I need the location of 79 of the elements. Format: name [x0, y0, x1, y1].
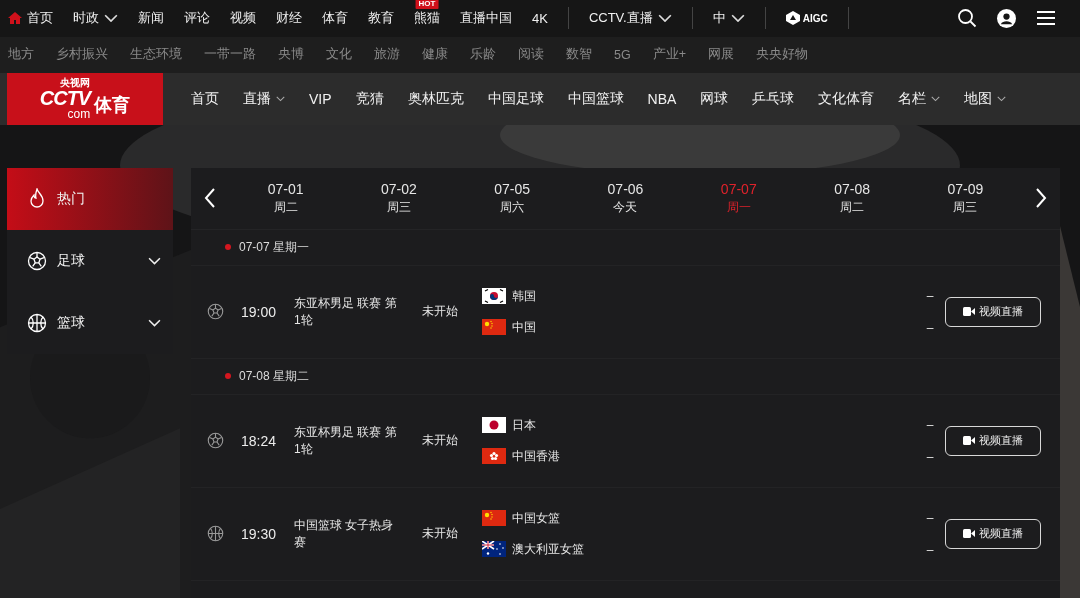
channel-link[interactable]: 乡村振兴 [56, 46, 108, 64]
match-time: 18:24 [241, 433, 278, 449]
channel-link[interactable]: 生态环境 [130, 46, 182, 64]
sports-nav-link[interactable]: 中国足球 [487, 90, 544, 108]
nav-link[interactable]: 4K [532, 10, 548, 26]
nav-link[interactable]: 教育 [368, 9, 394, 28]
match-time: 19:00 [241, 304, 278, 320]
sports-nav-link[interactable]: VIP [309, 91, 332, 107]
sports-nav-link[interactable]: 文化体育 [818, 90, 875, 108]
nav-link[interactable]: 财经 [276, 9, 302, 28]
match-title: 中国篮球 女子热身赛 [294, 517, 395, 551]
sports-nav-link[interactable]: 首页 [191, 90, 219, 108]
channel-link[interactable]: 一带一路 [204, 46, 256, 64]
match-time: 19:30 [241, 526, 278, 542]
nav-link[interactable]: 熊猫 [414, 9, 440, 28]
channel-link[interactable]: 地方 [8, 46, 34, 64]
sidebar-item[interactable]: 篮球 [7, 292, 173, 354]
team-name: 日本 [512, 417, 536, 434]
date-tab[interactable]: 07-02 周三 [342, 180, 456, 217]
live-menu[interactable]: CCTV.直播 [588, 9, 672, 28]
channel-link[interactable]: 央博 [278, 46, 304, 64]
team-name: 中国女篮 [512, 510, 560, 527]
channel-link[interactable]: 乐龄 [470, 46, 496, 64]
sports-nav-link[interactable]: 地图 [964, 90, 1007, 108]
hot-badge: HOT [415, 0, 439, 10]
team-name: 中国香港 [512, 448, 560, 465]
language-menu[interactable]: 中 [712, 9, 745, 28]
sports-nav-link[interactable]: 名栏 [898, 90, 941, 108]
team-score: – [926, 288, 934, 305]
aigc-logo[interactable]: AIGC [785, 11, 828, 26]
channel-link[interactable]: 健康 [422, 46, 448, 64]
date-tab[interactable]: 07-05 周六 [455, 180, 569, 217]
team-score: – [926, 417, 934, 434]
team-score: – [926, 320, 934, 337]
day-heading: 07-07 星期一 [239, 239, 310, 256]
nav-link[interactable]: 时政 [73, 9, 118, 28]
nav-link[interactable]: 首页 [8, 9, 53, 28]
nav-link[interactable]: 视频 [230, 9, 256, 28]
match-title: 东亚杯男足 联赛 第1轮 [294, 295, 398, 329]
team-name: 中国 [512, 319, 536, 336]
sports-nav-link[interactable]: 竞猜 [355, 90, 384, 108]
match-status: 未开始 [422, 432, 459, 450]
channel-link[interactable]: 文化 [326, 46, 352, 64]
channel-link[interactable]: 旅游 [374, 46, 400, 64]
date-tab[interactable]: 07-08 周二 [795, 180, 909, 217]
sports-nav-link[interactable]: 奥林匹克 [407, 90, 464, 108]
live-video-button[interactable]: 视频直播 [945, 519, 1041, 549]
nav-link[interactable]: 新闻 [138, 9, 164, 28]
date-tab[interactable]: 07-09 周三 [908, 180, 1022, 217]
channel-link[interactable]: 网展 [708, 46, 734, 64]
sidebar-item[interactable]: 热门 [7, 168, 173, 230]
live-video-button[interactable]: 视频直播 [945, 297, 1041, 327]
match-status: 未开始 [422, 303, 459, 321]
live-video-button[interactable]: 视频直播 [945, 426, 1041, 456]
day-heading: 07-08 星期二 [239, 368, 310, 385]
sports-nav-link[interactable]: 乒乓球 [752, 90, 795, 108]
channel-link[interactable]: 数智 [566, 46, 592, 64]
channel-link[interactable]: 产业+ [652, 46, 686, 64]
nav-link[interactable]: 体育 [322, 9, 348, 28]
team-name: 韩国 [512, 288, 536, 305]
sports-nav-link[interactable]: 直播 [243, 90, 285, 108]
date-tab[interactable]: 07-07 周一 [682, 180, 796, 217]
channel-link[interactable]: 阅读 [518, 46, 544, 64]
sports-nav-link[interactable]: 中国篮球 [567, 90, 624, 108]
nav-link[interactable]: 直播中国 [460, 9, 512, 28]
date-tab[interactable]: 07-06 今天 [568, 180, 683, 217]
match-title: 东亚杯男足 联赛 第1轮 [294, 424, 398, 458]
sports-nav-link[interactable]: NBA [647, 91, 677, 107]
sports-nav-link[interactable]: 网球 [700, 90, 729, 108]
match-status: 未开始 [422, 525, 459, 543]
sidebar-item[interactable]: 足球 [7, 230, 173, 292]
team-score: – [926, 510, 934, 527]
team-name: 澳大利亚女篮 [512, 541, 584, 558]
nav-link[interactable]: 评论 [184, 9, 210, 28]
team-score: – [926, 542, 934, 559]
team-score: – [926, 449, 934, 466]
channel-link[interactable]: 5G [614, 47, 631, 62]
date-tab[interactable]: 07-01 周二 [229, 180, 343, 217]
channel-link[interactable]: 央央好物 [756, 46, 808, 64]
